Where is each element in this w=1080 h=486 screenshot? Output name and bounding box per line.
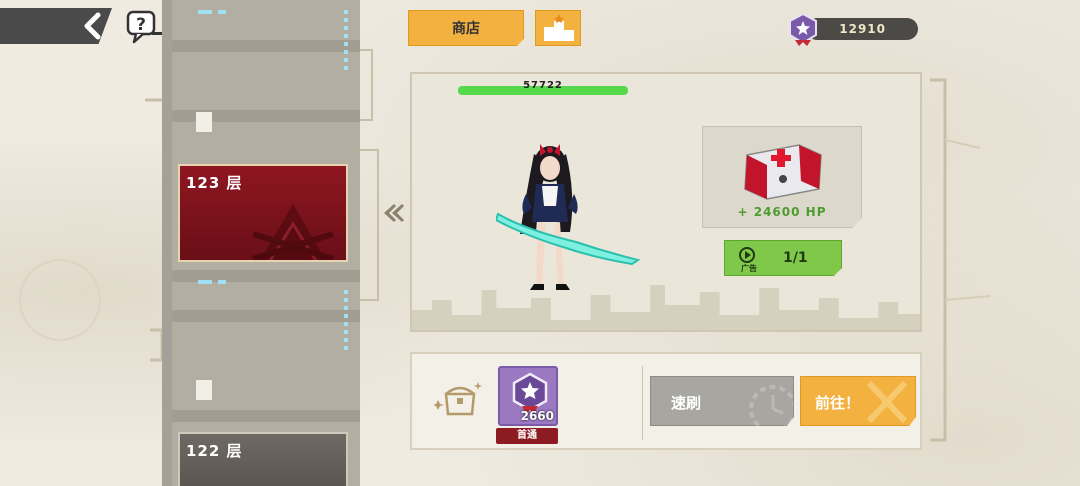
podium-icon [544, 14, 574, 41]
floor-label: 122 层 [186, 442, 243, 460]
shop-button[interactable]: 商店 [408, 10, 524, 46]
sweep-button[interactable]: 速刷 [650, 376, 794, 426]
go-button[interactable]: 前往！ [800, 376, 916, 426]
watch-ad-button[interactable]: 广告 1/1 [724, 240, 842, 276]
city-skyline-decoration [412, 285, 920, 330]
first-clear-tag: 首通 [496, 428, 558, 444]
enemy-hp-value: 57722 [523, 80, 563, 91]
chevron-left-icon[interactable] [82, 12, 106, 40]
character-sprite [496, 144, 641, 290]
floor-below-panel[interactable]: 122 层 [178, 432, 348, 486]
treasure-chest-icon [434, 382, 482, 416]
leaderboard-button[interactable] [535, 10, 581, 46]
svg-text:?: ? [136, 15, 146, 35]
reward-card: + 24600 HP [702, 126, 862, 228]
battle-panel: 57722 + 24600 HP 广告 1/1 [410, 72, 922, 332]
reward-panel: 2660 首通 速刷 前往！ [410, 352, 922, 450]
play-ad-icon: 广告 [739, 247, 757, 272]
floor-label: 123 层 [186, 174, 243, 192]
currency-display: 12910 [806, 18, 918, 40]
crossed-swords-icon [866, 380, 908, 424]
question-bubble-icon[interactable]: ? [126, 10, 162, 44]
sweep-label: 速刷 [671, 394, 702, 412]
divider [642, 366, 643, 440]
ad-count: 1/1 [783, 250, 808, 266]
reward-hp-text: + 24600 HP [737, 205, 827, 219]
shop-label: 商店 [452, 21, 480, 37]
star-medal-icon [789, 12, 817, 46]
currency-amount: 12910 [839, 22, 886, 36]
medkit-icon [744, 144, 822, 200]
ad-icon-label: 广告 [741, 263, 757, 272]
crossed-swords-emblem-icon [252, 204, 334, 260]
first-clear-reward-item[interactable]: 2660 [498, 366, 558, 426]
chevron-left-double-icon[interactable] [382, 202, 404, 224]
go-label: 前往！ [815, 394, 861, 412]
floor-current-panel[interactable]: 123 层 [178, 164, 348, 262]
medal-value: 2660 [520, 409, 554, 423]
tower-edge [162, 0, 172, 486]
clock-icon [749, 385, 793, 426]
